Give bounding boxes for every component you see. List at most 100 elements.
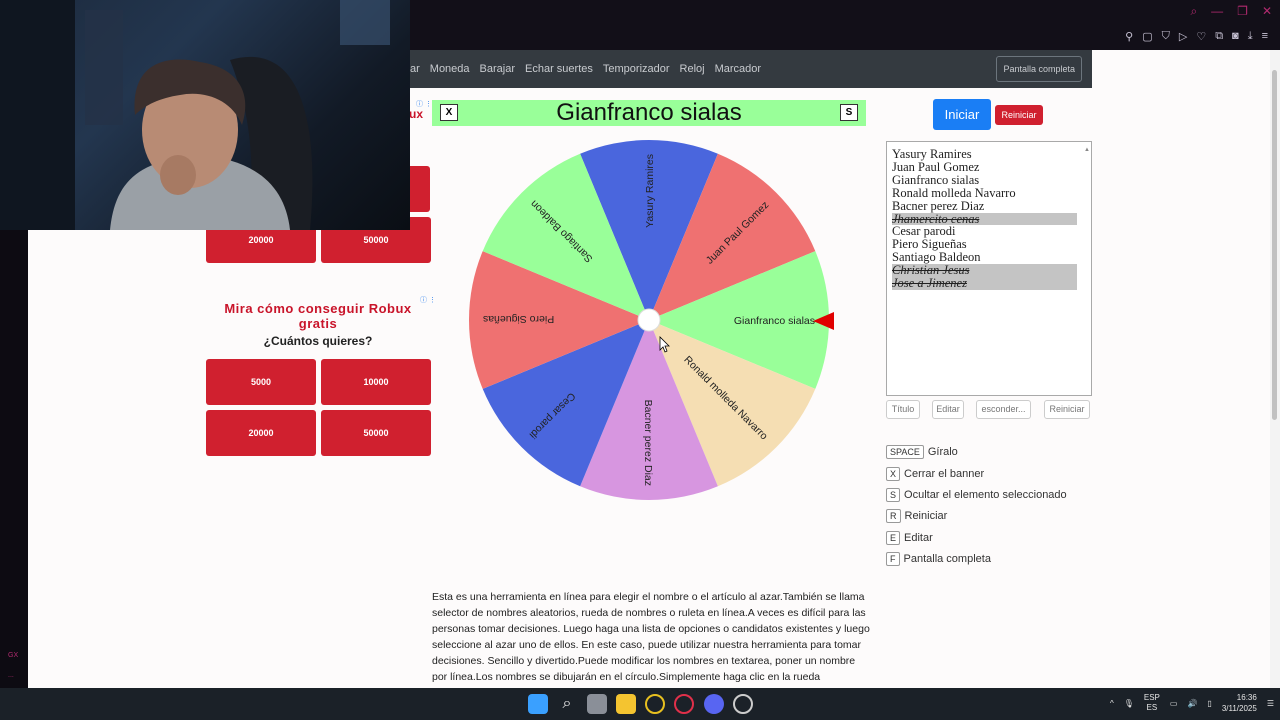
browser-toolbar: ⚲ ▢ ⛉ ▷ ♡ ⧉ ◙ ⤓ ≡: [410, 26, 1280, 50]
windows-start-icon[interactable]: [528, 694, 548, 714]
gx-logo[interactable]: GX: [8, 652, 18, 659]
start-button[interactable]: Iniciar: [933, 99, 991, 130]
wheel-segment-label: Piero Sigueñas: [483, 313, 554, 325]
ad-subtitle: ¿Cuántos quieres?: [263, 334, 373, 348]
shield-icon[interactable]: ⛉: [1162, 30, 1170, 43]
taskbar-search-icon[interactable]: ⌕: [557, 694, 577, 714]
app-icon[interactable]: [733, 694, 753, 714]
shortcut-item: X Cerrar el banner: [886, 467, 984, 481]
name-entry: Bacner perez Diaz: [892, 198, 985, 213]
shortcut-item: R Reiniciar: [886, 509, 947, 523]
wheel-segment-label: Yasury Ramires: [644, 154, 656, 228]
nav-link-reloj[interactable]: Reloj: [680, 63, 705, 75]
play-icon[interactable]: ▷: [1179, 30, 1187, 43]
shortcut-label: Pantalla completa: [903, 553, 991, 565]
shortcut-item: F Pantalla completa: [886, 552, 991, 566]
list-reset-button[interactable]: Reiniciar: [1044, 400, 1090, 419]
shortcut-key: R: [886, 509, 901, 523]
textarea-scroll-icon[interactable]: ▲: [1084, 144, 1090, 157]
window-controls: ⌕ — ❐ ✕: [1190, 4, 1272, 19]
ad-button-50000[interactable]: 50000: [321, 410, 431, 456]
pin-icon[interactable]: ⚲: [1125, 30, 1133, 43]
name-entry: Yasury Ramires: [892, 147, 972, 161]
reset-button[interactable]: Reiniciar: [995, 105, 1043, 125]
heart-icon[interactable]: ♡: [1196, 30, 1206, 43]
ad-button-20000[interactable]: 20000: [206, 410, 316, 456]
opera-icon[interactable]: [645, 694, 665, 714]
minimize-icon[interactable]: —: [1211, 4, 1223, 19]
page-scrollbar[interactable]: [1270, 50, 1280, 688]
banner-hide-button[interactable]: S: [840, 104, 858, 121]
wheel-segment-label: Bacner perez Diaz: [642, 400, 654, 486]
names-textarea[interactable]: Yasury Ramires Juan Paul Gomez Gianfranco …: [886, 141, 1092, 396]
edit-button[interactable]: Editar: [932, 400, 964, 419]
clock-time: 16:36: [1236, 693, 1257, 702]
fullscreen-button[interactable]: Pantalla completa: [996, 56, 1082, 82]
toolbar-icons: ⚲ ▢ ⛉ ▷ ♡ ⧉ ◙ ⤓ ≡: [1125, 30, 1268, 43]
network-icon[interactable]: ▭: [1170, 699, 1178, 708]
file-explorer-icon[interactable]: [616, 694, 636, 714]
clock[interactable]: 16:36 3/11/2025: [1222, 692, 1257, 714]
profile-icon[interactable]: ◙: [1232, 30, 1239, 43]
tray-chevron-icon[interactable]: ^: [1110, 699, 1114, 708]
volume-icon[interactable]: 🔊: [1187, 699, 1197, 708]
webcam-overlay: [0, 0, 410, 230]
nav-links: ar Moneda Barajar Echar suertes Temporiz…: [410, 63, 761, 75]
extensions-icon[interactable]: ⧉: [1215, 30, 1223, 43]
title-button[interactable]: Título: [886, 400, 920, 419]
nav-link-temporizador[interactable]: Temporizador: [603, 63, 670, 75]
hide-button[interactable]: esconder...: [976, 400, 1031, 419]
scrollbar-thumb[interactable]: [1272, 70, 1277, 420]
name-entry: Ronald molleda Navarro: [892, 185, 1016, 200]
winner-name: Gianfranco sialas: [556, 99, 742, 126]
name-entry: Juan Paul Gomez: [892, 159, 980, 174]
shortcut-key: F: [886, 552, 900, 566]
language-indicator[interactable]: ESP ES: [1144, 693, 1160, 713]
shortcut-label: Editar: [904, 532, 933, 544]
wheel-center[interactable]: [637, 308, 661, 332]
shortcut-key: S: [886, 488, 901, 502]
notification-icon[interactable]: ☰: [1267, 699, 1274, 708]
windows-taskbar: ⌕ ^ 🎙 ESP ES ▭ 🔊 ▯ 16:36 3/11/2025 ☰: [0, 688, 1280, 720]
clock-date: 3/11/2025: [1221, 704, 1257, 713]
screenshot-icon[interactable]: ▢: [1142, 30, 1152, 43]
microphone-icon[interactable]: 🎙: [1124, 699, 1134, 708]
webcam-person-image: [0, 0, 390, 230]
nav-link-marcador[interactable]: Marcador: [715, 63, 761, 75]
name-wheel[interactable]: Yasury RamiresJuan Paul GomezGianfranco …: [469, 140, 869, 510]
close-icon[interactable]: ✕: [1262, 4, 1272, 19]
menu-icon[interactable]: ≡: [1262, 30, 1268, 43]
opera-gx-icon[interactable]: [674, 694, 694, 714]
ad-button-5000[interactable]: 5000: [206, 359, 316, 405]
ad-info-icon[interactable]: ⓘ ⋮: [416, 99, 432, 109]
maximize-icon[interactable]: ❐: [1237, 4, 1248, 19]
nav-link-moneda[interactable]: Moneda: [430, 63, 470, 75]
nav-link-echar-suertes[interactable]: Echar suertes: [525, 63, 593, 75]
shortcut-key: X: [886, 467, 901, 481]
shortcut-key: SPACE: [886, 445, 924, 459]
shortcut-label: Cerrar el banner: [904, 468, 985, 480]
sidebar-more-icon[interactable]: ...: [8, 672, 14, 679]
site-navbar: ar Moneda Barajar Echar suertes Temporiz…: [410, 50, 1092, 88]
nav-link-barajar[interactable]: Barajar: [480, 63, 515, 75]
shortcut-key: E: [886, 531, 901, 545]
name-entry: Jose a Jimenez: [892, 277, 1077, 290]
shortcut-item: SPACE Gíralo: [886, 445, 958, 459]
discord-icon[interactable]: [704, 694, 724, 714]
banner-close-button[interactable]: X: [440, 104, 458, 121]
shortcut-label: Gíralo: [927, 446, 958, 458]
description-text: Esta es una herramienta en línea para el…: [432, 591, 870, 683]
ad-button-10000[interactable]: 10000: [321, 359, 431, 405]
shortcut-label: Reiniciar: [904, 510, 948, 522]
wheel-segment-label: Gianfranco sialas: [734, 315, 815, 327]
ad-title[interactable]: Mira cómo conseguir Robux gratis: [206, 301, 430, 331]
nav-link-partial[interactable]: ar: [410, 63, 420, 75]
download-icon[interactable]: ⤓: [1248, 30, 1253, 43]
ad-logo: ux: [409, 107, 424, 121]
task-view-icon[interactable]: [587, 694, 607, 714]
battery-icon[interactable]: ▯: [1207, 699, 1211, 708]
search-icon[interactable]: ⌕: [1190, 4, 1197, 19]
shortcut-label: Ocultar el elemento seleccionado: [904, 489, 1067, 501]
keyboard-code: ES: [1146, 703, 1158, 712]
name-entry: Gianfranco sialas: [892, 172, 980, 187]
